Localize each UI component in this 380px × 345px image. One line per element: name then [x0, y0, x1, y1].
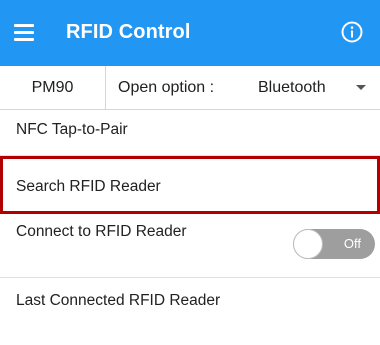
last-connected-reader-label: Last Connected RFID Reader: [16, 292, 221, 309]
hamburger-menu-icon[interactable]: [14, 24, 34, 41]
app-bar: RFID Control: [0, 0, 380, 66]
option-bar: PM90 Open option : Bluetooth: [0, 66, 380, 110]
dropdown-arrow-icon: [356, 85, 366, 90]
info-icon[interactable]: [341, 21, 363, 43]
nfc-tap-to-pair-item[interactable]: NFC Tap-to-Pair: [0, 110, 380, 156]
connect-rfid-reader-label: Connect to RFID Reader: [16, 223, 187, 240]
last-connected-reader-item[interactable]: Last Connected RFID Reader: [0, 278, 380, 326]
transport-selected-value: Bluetooth: [258, 79, 326, 96]
nfc-tap-to-pair-label: NFC Tap-to-Pair: [16, 121, 128, 138]
toggle-knob: [293, 229, 323, 259]
transport-select[interactable]: Bluetooth: [250, 66, 380, 109]
device-tab[interactable]: PM90: [0, 66, 106, 109]
open-option-label: Open option :: [118, 79, 215, 96]
search-rfid-reader-label: Search RFID Reader: [16, 178, 161, 195]
search-rfid-reader-item[interactable]: Search RFID Reader: [0, 156, 380, 214]
app-title: RFID Control: [66, 21, 191, 43]
toggle-state-label: Off: [343, 236, 361, 251]
connect-toggle[interactable]: Off: [293, 229, 375, 259]
